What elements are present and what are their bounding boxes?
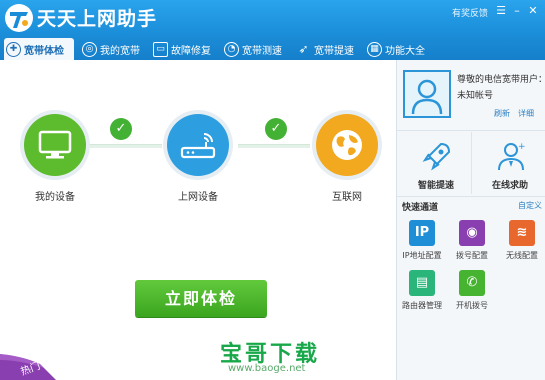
tab-label: 故障修复 (171, 45, 211, 57)
earth-icon (332, 130, 362, 160)
tab-broadband-check[interactable]: ✚ 宽带体检 (4, 38, 74, 60)
dialup-config-icon: ◉ (459, 220, 485, 246)
quick-item-label: 开机拨号 (456, 301, 488, 310)
support-agent-icon: + (498, 142, 526, 171)
minimize-icon[interactable]: – (509, 3, 525, 19)
check-icon: ✓ (110, 118, 132, 140)
main-panel: 我的设备 ✓ 上网设备 ✓ 互联网 立即体检 宝哥下载 www.baoge.ne… (0, 60, 396, 380)
details-link[interactable]: 详细 (518, 108, 534, 119)
quick-item-router-manage[interactable]: ▤ 路由器管理 (399, 270, 445, 318)
wifi-config-icon: ≋ (509, 220, 535, 246)
monitor-icon (38, 130, 72, 159)
check-icon: ✓ (265, 118, 287, 140)
quick-access-title: 快速通道 (402, 203, 439, 213)
tab-fault-repair[interactable]: ▭ 故障修复 (151, 38, 221, 60)
rocket-icon (422, 142, 451, 171)
online-help-label: 在线求助 (491, 181, 528, 191)
flow-connector (90, 144, 162, 148)
tab-label: 功能大全 (385, 45, 425, 57)
internet-label: 互联网 (332, 192, 362, 203)
flow-connector (238, 144, 310, 148)
customize-link[interactable]: 自定义 (518, 200, 542, 211)
menu-icon[interactable]: ☰ (493, 3, 509, 19)
quick-item-wireless-config[interactable]: ≋ 无线配置 (499, 220, 545, 268)
svg-text:+: + (518, 142, 526, 152)
quick-item-label: 无线配置 (506, 251, 538, 260)
rocket-icon: ➶ (298, 42, 309, 56)
title-bar: 天天上网助手 有奖反馈 ☰ – ✕ (0, 0, 545, 36)
watermark-url: www.baoge.net (228, 363, 306, 374)
my-device-node (24, 114, 86, 176)
tab-bar: ✚ 宽带体检 ◎ 我的宽带 ▭ 故障修复 ◔ 宽带测速 ➶ 宽带提速 ▦ 功能大… (0, 36, 545, 60)
refresh-link[interactable]: 刷新 (494, 108, 510, 119)
stethoscope-icon: ✚ (6, 41, 21, 57)
router-icon (180, 133, 216, 159)
tab-speed-up[interactable]: ➶ 宽带提速 (294, 38, 362, 60)
app-logo-icon (5, 4, 33, 32)
account-text: 未知帐号 (457, 91, 494, 101)
tab-label: 我的宽带 (100, 45, 140, 57)
ip-config-icon: IP (409, 220, 435, 246)
quick-item-boot-dialup[interactable]: ✆ 开机拨号 (449, 270, 495, 318)
quick-item-label: 拨号配置 (456, 251, 488, 260)
my-device-label: 我的设备 (35, 192, 75, 203)
quick-item-dialup-config[interactable]: ◉ 拨号配置 (449, 220, 495, 268)
smart-speedup-button[interactable]: 智能提速 (399, 136, 473, 196)
tab-label: 宽带提速 (314, 45, 354, 57)
divider (397, 130, 545, 131)
feedback-link[interactable]: 有奖反馈 (452, 6, 488, 19)
app-title: 天天上网助手 (37, 8, 158, 30)
tab-label: 宽带测速 (242, 45, 282, 57)
router-manage-icon: ▤ (409, 270, 435, 296)
apps-icon: ▦ (367, 41, 382, 57)
quick-item-ip-config[interactable]: IP IP地址配置 (399, 220, 445, 268)
toolbox-icon: ▭ (153, 41, 168, 57)
tab-all-features[interactable]: ▦ 功能大全 (365, 38, 435, 60)
avatar[interactable] (403, 70, 451, 118)
internet-node (316, 114, 378, 176)
speedometer-icon: ◔ (224, 41, 239, 57)
network-device-node (167, 114, 229, 176)
greeting-text: 尊敬的电信宽带用户： (457, 75, 545, 85)
side-panel: 尊敬的电信宽带用户： 未知帐号 刷新 详细 智能提速 + 在线求助 快速通道 自… (396, 60, 545, 380)
divider (397, 196, 545, 197)
smart-speedup-label: 智能提速 (417, 181, 454, 191)
start-check-button[interactable]: 立即体检 (135, 280, 267, 317)
tab-speed-test[interactable]: ◔ 宽带测速 (222, 38, 292, 60)
tab-label: 宽带体检 (24, 45, 64, 57)
user-icon (411, 79, 443, 115)
online-help-button[interactable]: + 在线求助 (473, 136, 545, 196)
globe-icon: ◎ (82, 41, 97, 57)
network-device-label: 上网设备 (178, 192, 218, 203)
quick-item-label: 路由器管理 (402, 301, 442, 310)
boot-dialup-icon: ✆ (459, 270, 485, 296)
tab-my-broadband[interactable]: ◎ 我的宽带 (80, 38, 146, 60)
quick-item-label: IP地址配置 (402, 251, 442, 260)
close-icon[interactable]: ✕ (525, 3, 541, 19)
